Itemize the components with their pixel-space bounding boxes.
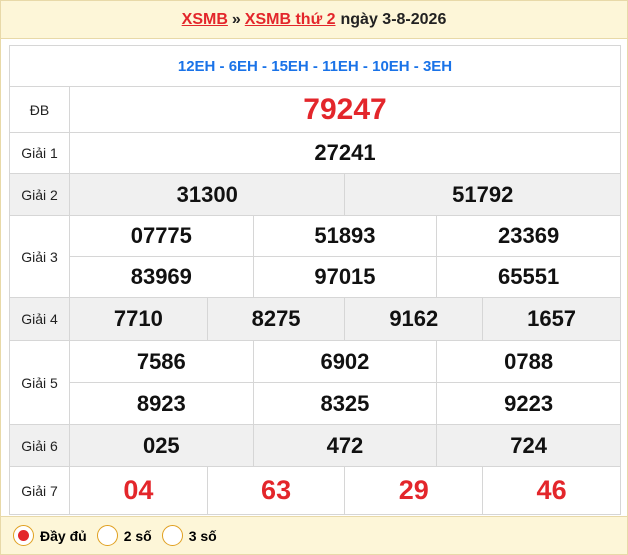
prize-number: 724 [436,424,621,467]
results-header: XSMB » XSMB thứ 2 ngày 3-8-2026 [1,1,627,39]
prize-label: Giải 7 [9,466,70,515]
prize-number: 29 [344,466,484,515]
option-label: 2 số [123,527,152,544]
prize-number: 7586 [69,340,254,383]
prize-number: 31300 [68,173,346,216]
radio-icon[interactable] [96,525,118,546]
prize-number: 9162 [344,297,484,341]
prize-number: 83969 [69,256,254,298]
row-g7: Giải 7 04 63 29 46 [9,466,621,515]
row-g2: Giải 2 31300 51792 [9,173,621,216]
row-g3b: 83969 97015 65551 [10,256,621,298]
prize-label: Giải 3 [9,215,70,298]
prize-label: Giải 4 [9,297,70,341]
row-g4: Giải 4 7710 8275 9162 1657 [9,297,621,341]
row-special: ĐB 79247 [9,86,621,133]
prize-label: Giải 5 [9,340,70,425]
option-label: 3 số [188,527,217,544]
prize-number: 0788 [436,340,621,383]
prize-number: 7710 [69,297,208,341]
prize-label: Giải 1 [9,132,70,174]
option-2-digits[interactable]: 2 số [96,525,152,546]
prize-label: Giải 2 [9,173,70,216]
prize-number: 8923 [69,382,254,425]
radio-selected-icon[interactable] [13,525,34,546]
prize-number: 472 [252,424,438,467]
prize-number: 63 [206,466,346,515]
option-full[interactable]: Đầy đủ [13,525,87,546]
breadcrumb-separator: » [231,10,241,28]
xsmb-weekday-link[interactable]: XSMB thứ 2 [245,11,336,29]
prize-label: Giải 6 [9,424,70,467]
prize-number: 8275 [206,297,346,341]
results-panel: XSMB » XSMB thứ 2 ngày 3-8-2026 12EH - 6… [0,0,628,555]
option-3-digits[interactable]: 3 số [161,525,217,546]
prize-number: 9223 [436,382,621,425]
prize-codes: 12EH - 6EH - 15EH - 11EH - 10EH - 3EH [9,45,621,86]
prize-number: 27241 [69,132,621,174]
prize-number: 51792 [344,173,621,216]
prize-number: 07775 [69,215,254,257]
results-table: ĐB 79247 Giải 1 27241 Giải 2 31300 51792… [9,86,621,515]
special-prize-number: 79247 [69,86,621,133]
prize-number: 8325 [252,382,438,425]
row-g5a: Giải 5 7586 6902 0788 [9,340,621,425]
prize-number: 1657 [482,297,621,341]
prize-number: 025 [69,424,254,467]
prize-number: 97015 [252,256,438,298]
radio-icon[interactable] [161,525,183,546]
prize-number: 23369 [436,215,621,257]
row-g6: Giải 6 025 472 724 [9,424,621,467]
prize-number: 46 [482,466,621,515]
prize-number: 65551 [436,256,621,298]
prize-number: 51893 [252,215,438,257]
prize-label: ĐB [9,86,70,133]
option-label: Đầy đủ [40,527,87,544]
row-g3a: Giải 3 07775 51893 23369 [9,215,621,298]
xsmb-link[interactable]: XSMB [182,11,228,29]
draw-date: ngày 3-8-2026 [340,10,447,28]
row-g1: Giải 1 27241 [9,132,621,174]
row-g5b: 8923 8325 9223 [10,382,621,425]
display-options: Đầy đủ 2 số 3 số [1,516,627,554]
prize-number: 6902 [252,340,438,383]
prize-number: 04 [69,466,208,515]
